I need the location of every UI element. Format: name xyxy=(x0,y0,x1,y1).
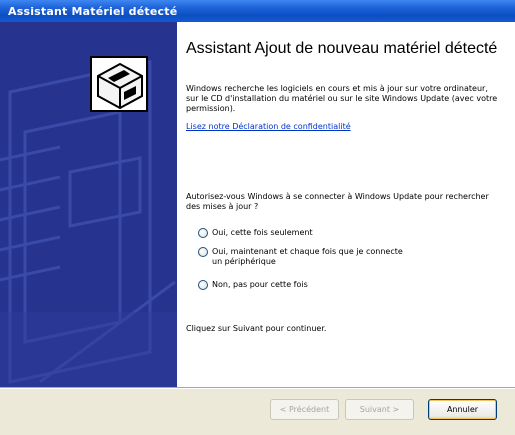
cancel-button[interactable]: Annuler xyxy=(428,399,497,420)
intro-text: Windows recherche les logiciels en cours… xyxy=(186,84,498,113)
wizard-content: Assistant Ajout de nouveau matériel déte… xyxy=(177,22,515,387)
title-bar[interactable]: Assistant Matériel détecté xyxy=(0,0,515,22)
option-no[interactable]: Non, pas pour cette fois xyxy=(198,280,412,290)
window-title: Assistant Matériel détecté xyxy=(8,5,178,18)
radio-button[interactable] xyxy=(198,247,208,257)
wizard-side-panel xyxy=(0,22,177,387)
privacy-statement-link[interactable]: Lisez notre Déclaration de confidentiali… xyxy=(186,122,351,131)
question-text: Autorisez-vous Windows à se connecter à … xyxy=(186,192,489,211)
hardware-wizard-icon xyxy=(90,56,148,112)
option-yes-always[interactable]: Oui, maintenant et chaque fois que je co… xyxy=(198,247,412,267)
side-panel-graphic xyxy=(0,60,177,387)
option-label: Non, pas pour cette fois xyxy=(212,280,308,289)
next-button[interactable]: Suivant > xyxy=(345,399,414,420)
footer-divider xyxy=(0,387,515,389)
back-button[interactable]: < Précédent xyxy=(270,399,339,420)
wizard-window: Assistant Matériel détecté Assistant Ajo… xyxy=(0,0,515,435)
option-yes-this-time[interactable]: Oui, cette fois seulement xyxy=(198,228,412,238)
option-label: Oui, cette fois seulement xyxy=(212,228,313,237)
radio-button[interactable] xyxy=(198,280,208,290)
continue-text: Cliquez sur Suivant pour continuer. xyxy=(186,324,327,333)
page-title: Assistant Ajout de nouveau matériel déte… xyxy=(186,40,498,57)
option-label: Oui, maintenant et chaque fois que je co… xyxy=(212,247,403,266)
radio-button[interactable] xyxy=(198,228,208,238)
